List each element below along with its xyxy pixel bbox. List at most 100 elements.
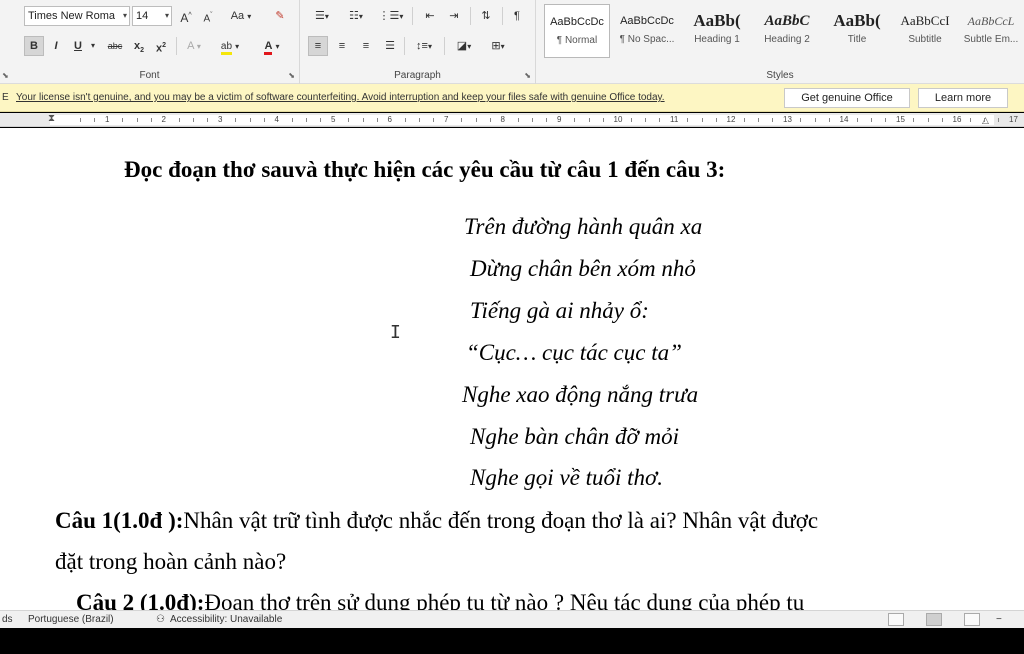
show-marks-button[interactable]: ¶ [508, 6, 526, 26]
sort-button[interactable]: ⇅ [476, 6, 496, 26]
font-dialog-launcher-icon[interactable]: ⬊ [288, 71, 295, 80]
indent-marker-icon[interactable]: ⧗ [48, 113, 55, 124]
style-title[interactable]: AaBb( Title [824, 4, 890, 58]
ruler-tick [828, 118, 830, 122]
decrease-indent-button[interactable]: ⇤ [420, 6, 440, 26]
font-group-label: Font [139, 70, 160, 81]
grow-font-button[interactable]: A^ [178, 6, 194, 26]
numbering-button[interactable]: ☷▾ [342, 6, 370, 26]
ruler-tick [715, 118, 717, 122]
ruler-tick [546, 118, 547, 122]
ruler-tick [659, 118, 660, 122]
borders-button[interactable]: ⊞▾ [484, 36, 512, 56]
underline-button[interactable]: U [70, 36, 86, 56]
ruler-tick [574, 118, 575, 122]
paragraph-dialog-launcher-icon[interactable]: ⬊ [524, 71, 531, 80]
style-name: Subtitle [908, 34, 942, 45]
paint-bucket-icon: ◪ [456, 40, 468, 52]
align-right-button[interactable]: ≡ [356, 36, 376, 56]
accessibility-icon: ⚇ [156, 614, 165, 625]
license-message-link[interactable]: Your license isn't genuine, and you may … [16, 92, 665, 103]
style-sample: AaBbCcDc [620, 15, 674, 27]
ruler-tick [306, 118, 307, 122]
print-layout-button[interactable] [926, 613, 942, 626]
style-no-spacing[interactable]: AaBbCcDc ¶ No Spac... [614, 4, 680, 58]
underline-dropdown[interactable]: ▾ [88, 36, 98, 56]
question-1-text: Nhân vật trữ tình được nhắc đến trong đo… [183, 508, 819, 533]
style-name: Heading 2 [764, 34, 810, 45]
align-left-button[interactable]: ≡ [308, 36, 328, 56]
superscript-button[interactable]: x2 [152, 36, 170, 56]
ruler-tick [800, 118, 801, 122]
ruler-tick [320, 118, 321, 122]
styles-group-label: Styles [766, 70, 794, 81]
ruler-tick [489, 118, 491, 122]
question-2-label: Câu 2 (1.0đ): [76, 590, 205, 610]
highlight-button[interactable]: ab ▾ [214, 36, 246, 56]
chevron-down-icon: ▾ [164, 11, 169, 20]
text-effects-button[interactable]: A ▾ [182, 36, 206, 56]
text-cursor-icon: I [390, 322, 401, 343]
ruler-tick [404, 118, 406, 122]
ruler-tick [291, 118, 293, 122]
read-mode-button[interactable] [888, 613, 904, 626]
poem-line: Nghe gọi về tuổi thơ. [470, 465, 664, 490]
ruler-number: 16 [952, 115, 962, 124]
align-center-button[interactable]: ≡ [332, 36, 352, 56]
ruler-tick [178, 118, 180, 122]
ruler-number: 8 [500, 115, 505, 124]
ruler-tick [871, 118, 872, 122]
language-indicator[interactable]: Portuguese (Brazil) [28, 614, 114, 625]
zoom-out-button[interactable]: − [996, 614, 1002, 625]
font-size-value: 14 [136, 10, 149, 22]
sort-icon: ⇅ [481, 10, 491, 22]
ruler-number: 14 [839, 115, 849, 124]
style-heading-1[interactable]: AaBb( Heading 1 [684, 4, 750, 58]
style-normal[interactable]: AaBbCcDc ¶ Normal [544, 4, 610, 58]
font-name-combo[interactable]: Times New Roma ▾ [24, 6, 130, 26]
style-sample: AaBb( [693, 11, 741, 30]
style-sample: AaBb( [833, 11, 881, 30]
font-size-combo[interactable]: 14 ▾ [132, 6, 172, 26]
strikethrough-button[interactable]: abc [104, 36, 126, 56]
bold-button[interactable]: B [24, 36, 44, 56]
shading-button[interactable]: ◪▾ [450, 36, 478, 56]
borders-icon: ⊞ [491, 40, 501, 52]
subscript-button[interactable]: x2 [130, 36, 148, 56]
ruler-tick [588, 118, 590, 122]
word-count-fragment[interactable]: ds [2, 614, 13, 625]
ruler-tick [814, 118, 816, 122]
multilevel-list-button[interactable]: ⋮☰▾ [376, 6, 406, 26]
learn-more-button[interactable]: Learn more [918, 88, 1008, 108]
style-heading-2[interactable]: AaBbC Heading 2 [754, 4, 820, 58]
license-prefix: E [2, 92, 9, 103]
line-spacing-icon: ↕≡ [416, 40, 428, 52]
ruler-number: 13 [783, 115, 792, 124]
chevron-down-icon: ▾ [90, 41, 95, 50]
horizontal-ruler[interactable]: ⧗ △ 1 2 3 4 5 6 7 8 9 10 11 12 13 14 15 16 17 [0, 113, 1024, 127]
chevron-down-icon: ▾ [196, 42, 201, 51]
line-spacing-button[interactable]: ↕≡▾ [410, 36, 438, 56]
poem-line: Dừng chân bên xóm nhỏ [470, 256, 696, 281]
italic-button[interactable]: I [48, 36, 64, 56]
style-name: Title [847, 34, 867, 45]
style-subtle-emphasis[interactable]: AaBbCcL Subtle Em... [958, 4, 1024, 58]
style-subtitle[interactable]: AaBbCcI Subtitle [892, 4, 958, 58]
ruler-number: 4 [274, 115, 279, 124]
clear-formatting-button[interactable]: ✎ [270, 6, 290, 26]
web-layout-button[interactable] [964, 613, 980, 626]
document-page[interactable]: Đọc đoạn thơ sauvà thực hiện các yêu cầu… [0, 128, 1024, 610]
justify-button[interactable]: ☰ [380, 36, 400, 56]
ruler-active-area [50, 115, 994, 125]
ruler-tick [193, 118, 194, 122]
ruler-number: 10 [613, 115, 623, 124]
get-genuine-office-button[interactable]: Get genuine Office [784, 88, 910, 108]
change-case-button[interactable]: Aa ▾ [226, 6, 256, 26]
styles-group: AaBbCcDc ¶ Normal AaBbCcDc ¶ No Spac... … [536, 0, 1024, 84]
ribbon: Times New Roma ▾ 14 ▾ A^ Aˇ Aa ▾ ✎ B I U… [0, 0, 1024, 84]
shrink-font-button[interactable]: Aˇ [200, 6, 216, 26]
bullets-button[interactable]: ☰▾ [308, 6, 336, 26]
increase-indent-button[interactable]: ⇥ [444, 6, 464, 26]
accessibility-status[interactable]: Accessibility: Unavailable [170, 614, 282, 625]
font-color-button[interactable]: A ▾ [256, 36, 288, 56]
